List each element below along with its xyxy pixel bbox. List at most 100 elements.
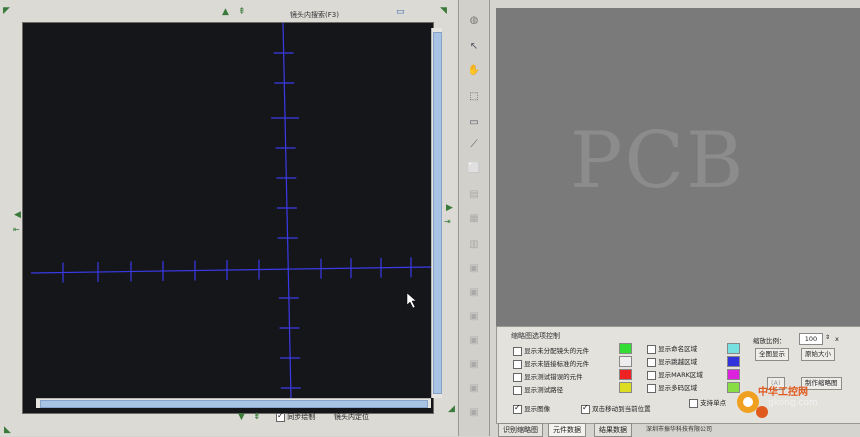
vertical-scroll-thumb[interactable] bbox=[433, 32, 442, 394]
zoom-spinner-icon[interactable]: ⇕ bbox=[825, 334, 830, 341]
option-label: 显示多码区域 bbox=[658, 384, 698, 392]
nav-down-icon[interactable]: ▼ bbox=[238, 412, 245, 422]
sync-draw-option[interactable]: 同步绘制 bbox=[276, 411, 315, 422]
panel-title: 缩略图选项控制 bbox=[511, 332, 560, 340]
window-icon[interactable]: ▭ bbox=[396, 7, 405, 17]
option-label: 支持单点 bbox=[700, 399, 727, 407]
color-swatch[interactable] bbox=[619, 382, 632, 393]
option-support-single[interactable]: 支持单点 bbox=[689, 397, 726, 408]
option-label: 显示未分配镜头的元件 bbox=[524, 347, 590, 355]
zoom-ratio-unit: x bbox=[835, 335, 839, 343]
chip-tool-6-icon[interactable]: ▣ bbox=[466, 382, 482, 396]
option-checkbox[interactable] bbox=[647, 357, 656, 367]
arrow-down-left-icon[interactable]: ◣ bbox=[4, 425, 11, 435]
chip-tool-4-icon[interactable]: ▣ bbox=[466, 334, 482, 348]
nav-top-icon[interactable]: ⇞ bbox=[238, 7, 246, 17]
color-swatch[interactable] bbox=[727, 343, 740, 354]
option-checkbox[interactable] bbox=[689, 398, 698, 408]
watermark-url: gkong.com bbox=[768, 398, 818, 408]
zoom-ratio-label: 缩放比例： bbox=[753, 337, 786, 345]
nav-left-icon[interactable]: ◀ bbox=[14, 210, 21, 220]
color-swatch[interactable] bbox=[619, 356, 632, 367]
mouse-cursor-icon bbox=[406, 292, 417, 309]
lens-position-button[interactable]: 镜头内定位 bbox=[334, 412, 369, 422]
option-checkbox[interactable] bbox=[513, 359, 522, 369]
option-checkbox[interactable] bbox=[513, 385, 522, 395]
rectangle-tool-icon[interactable]: ▭ bbox=[466, 116, 482, 130]
tool-disabled-2-icon[interactable]: ▦ bbox=[466, 212, 482, 226]
original-size-button[interactable]: 原始大小 bbox=[801, 348, 835, 361]
option-label: 显示命名区域 bbox=[658, 345, 698, 353]
tab-component-data[interactable]: 元件数据 bbox=[548, 423, 586, 437]
watermark-title: 中华工控网 bbox=[758, 387, 808, 398]
color-swatch[interactable] bbox=[619, 343, 632, 354]
tab-result-data[interactable]: 结果数据 bbox=[594, 423, 632, 437]
option-checkbox[interactable] bbox=[513, 346, 522, 356]
chip-tool-1-icon[interactable]: ▣ bbox=[466, 262, 482, 276]
box-select-icon[interactable]: ⬜ bbox=[466, 162, 482, 176]
option-label: 显示图像 bbox=[524, 405, 551, 413]
left-toolbar: ◤ ▲ ⇞ 镜头内搜索(F3) ▭ ◥ bbox=[0, 0, 458, 22]
panel-logo-icon: ◍ bbox=[469, 15, 479, 26]
vertical-scrollbar[interactable] bbox=[431, 28, 442, 398]
nav-bottom-icon[interactable]: ⇟ bbox=[253, 412, 261, 422]
option-test-error[interactable]: 显示测试错误的元件 bbox=[513, 371, 583, 382]
nav-up-icon[interactable]: ▲ bbox=[222, 7, 229, 17]
option-skip-region[interactable]: 显示跳越区域 bbox=[647, 356, 697, 367]
right-pane: PCB 缩略图选项控制 显示未分配镜头的元件 显示未链接标准的元件 显示测试错误… bbox=[490, 0, 860, 437]
color-swatch[interactable] bbox=[727, 356, 740, 367]
sync-draw-checkbox[interactable] bbox=[276, 411, 285, 422]
color-swatch[interactable] bbox=[619, 369, 632, 380]
hand-pan-icon[interactable]: ✋ bbox=[466, 64, 482, 78]
option-checkbox[interactable] bbox=[647, 383, 656, 393]
arrow-down-right-icon[interactable]: ◢ bbox=[448, 404, 455, 414]
option-mark-region[interactable]: 显示MARK区域 bbox=[647, 369, 703, 380]
option-named-region[interactable]: 显示命名区域 bbox=[647, 343, 697, 354]
option-label: 双击移动到当前位置 bbox=[592, 405, 651, 413]
tool-disabled-3-icon[interactable]: ▥ bbox=[466, 238, 482, 252]
color-swatch[interactable] bbox=[727, 369, 740, 380]
line-tool-icon[interactable]: ⟋ bbox=[466, 138, 482, 152]
option-test-path[interactable]: 显示测试路径 bbox=[513, 384, 563, 395]
full-view-button[interactable]: 全图显示 bbox=[755, 348, 789, 361]
horizontal-scroll-thumb[interactable] bbox=[40, 400, 428, 408]
option-label: 显示跳越区域 bbox=[658, 358, 698, 366]
company-name: 深圳市振华科技有限公司 bbox=[646, 426, 713, 433]
option-checkbox[interactable] bbox=[647, 370, 656, 380]
chip-tool-5-icon[interactable]: ▣ bbox=[466, 358, 482, 372]
option-checkbox[interactable] bbox=[581, 403, 590, 414]
tool-disabled-1-icon[interactable]: ▤ bbox=[466, 188, 482, 202]
option-checkbox[interactable] bbox=[513, 372, 522, 382]
option-checkbox[interactable] bbox=[513, 403, 522, 414]
nav-first-icon[interactable]: ⇤ bbox=[13, 225, 20, 234]
lens-search-title[interactable]: 镜头内搜索(F3) bbox=[290, 10, 339, 20]
zoom-ratio-input[interactable]: 100 bbox=[799, 333, 823, 345]
option-label: 显示MARK区域 bbox=[658, 371, 703, 379]
option-show-image[interactable]: 显示图像 bbox=[513, 403, 550, 414]
left-bottom-bar: ◣ ▼ ⇟ 同步绘制 镜头内定位 ◢ bbox=[0, 404, 458, 436]
chip-tool-2-icon[interactable]: ▣ bbox=[466, 286, 482, 300]
option-label: 显示未链接标准的元件 bbox=[524, 360, 590, 368]
crosshair-svg bbox=[30, 23, 432, 399]
arrow-up-right-icon[interactable]: ◥ bbox=[440, 6, 447, 16]
lens-canvas[interactable] bbox=[22, 22, 434, 414]
pcb-thumbnail-view[interactable]: PCB bbox=[496, 8, 860, 326]
tab-thumbnail[interactable]: 识别缩略图 bbox=[498, 423, 543, 437]
arrow-up-left-icon[interactable]: ◤ bbox=[3, 6, 10, 16]
select-region-icon[interactable]: ⬚ bbox=[466, 90, 482, 104]
nav-right-icon[interactable]: ▶ bbox=[446, 203, 453, 213]
option-unlinked-standard[interactable]: 显示未链接标准的元件 bbox=[513, 358, 589, 369]
crosshair-horizontal-axis bbox=[30, 266, 432, 274]
chip-tool-3-icon[interactable]: ▣ bbox=[466, 310, 482, 324]
option-multi-code-region[interactable]: 显示多码区域 bbox=[647, 382, 697, 393]
nav-last-icon[interactable]: ⇥ bbox=[444, 217, 451, 226]
crosshair-vertical-axis bbox=[282, 23, 292, 399]
option-unassigned-lens[interactable]: 显示未分配镜头的元件 bbox=[513, 345, 589, 356]
horizontal-scrollbar[interactable] bbox=[36, 398, 431, 408]
option-checkbox[interactable] bbox=[647, 344, 656, 354]
option-label: 显示测试错误的元件 bbox=[524, 373, 583, 381]
select-arrow-icon[interactable]: ↖ bbox=[466, 40, 482, 54]
chip-tool-7-icon[interactable]: ▣ bbox=[466, 406, 482, 420]
option-click-move[interactable]: 双击移动到当前位置 bbox=[581, 403, 651, 414]
left-pane: ◤ ▲ ⇞ 镜头内搜索(F3) ▭ ◥ ◀ ⇤ ▶ ⇥ ◣ ▼ ⇟ 同步绘制 镜… bbox=[0, 0, 459, 436]
